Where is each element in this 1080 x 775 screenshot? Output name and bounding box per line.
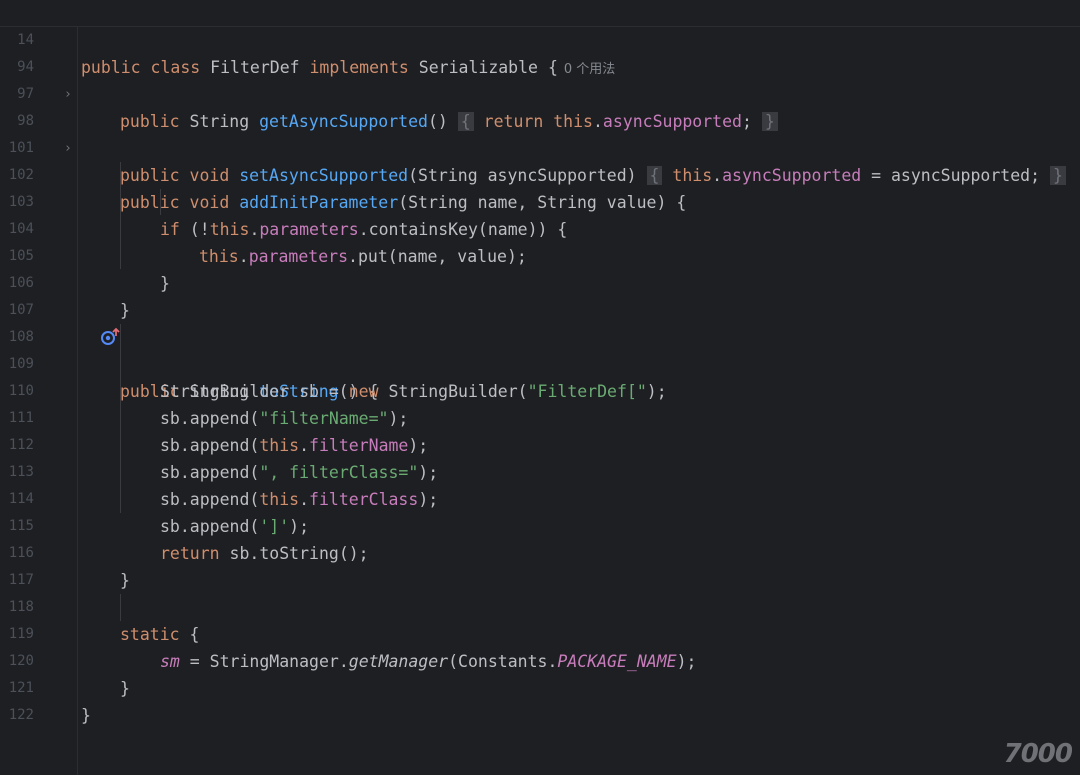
- keyword: public: [81, 58, 141, 77]
- keyword: class: [150, 58, 201, 77]
- code-line-109[interactable]: 109 StringBuilder sb = new StringBuilder…: [0, 324, 1080, 401]
- code-content: }: [81, 706, 91, 725]
- code-line-115[interactable]: 115 return sb.toString();: [0, 486, 1080, 563]
- code-line-104[interactable]: 104 this.parameters.put(name, value);: [0, 189, 1080, 266]
- code-line-119[interactable]: 119 sm = StringManager.getManager(Consta…: [0, 594, 1080, 671]
- class-name: FilterDef: [210, 58, 300, 77]
- code-line-106[interactable]: 106 }: [0, 243, 1080, 320]
- keyword: implements: [309, 58, 409, 77]
- code-line-102[interactable]: 102 public void addInitParameter(String …: [0, 135, 1080, 212]
- code-line-118[interactable]: 118 static {: [0, 567, 1080, 644]
- code-line-122[interactable]: 122: [0, 675, 1080, 723]
- brace: {: [547, 58, 558, 77]
- code-line-112[interactable]: 112 sb.append(", filterClass=");: [0, 405, 1080, 482]
- code-line-107[interactable]: 107: [0, 270, 1080, 318]
- code-line-103[interactable]: 103 if (!this.parameters.containsKey(nam…: [0, 162, 1080, 239]
- code-line-114[interactable]: 114 sb.append(']');: [0, 459, 1080, 536]
- code-line-121[interactable]: 121 }: [0, 648, 1080, 725]
- code-line-110[interactable]: 110 sb.append("filterName=");: [0, 351, 1080, 428]
- code-line-14[interactable]: 14 public class FilterDef implements Ser…: [0, 0, 1080, 77]
- code-line-108[interactable]: 108 public String toString() {: [0, 297, 1080, 401]
- code-line-117[interactable]: 117: [0, 540, 1080, 588]
- code-line-94[interactable]: 94 › public String getAsyncSupported() {…: [0, 27, 1080, 131]
- code-line-101[interactable]: 101: [0, 108, 1080, 156]
- watermark-logo: 7000: [1003, 739, 1073, 769]
- code-line-105[interactable]: 105 }: [0, 216, 1080, 293]
- usages-hint[interactable]: 0 个用法: [564, 62, 615, 77]
- code-line-120[interactable]: 120 }: [0, 621, 1080, 698]
- code-line-98[interactable]: 98 › public void setAsyncSupported(Strin…: [0, 81, 1080, 185]
- line-number: 122: [8, 707, 34, 723]
- code-line-113[interactable]: 113 sb.append(this.filterClass);: [0, 432, 1080, 509]
- line-number: 14: [17, 32, 34, 48]
- code-editor[interactable]: 14 public class FilterDef implements Ser…: [0, 0, 1080, 775]
- code-line-111[interactable]: 111 sb.append(this.filterName);: [0, 378, 1080, 455]
- override-up-icon[interactable]: [40, 300, 120, 345]
- sticky-class-header[interactable]: 14 public class FilterDef implements Ser…: [0, 0, 1080, 77]
- code-line-116[interactable]: 116 }: [0, 513, 1080, 590]
- code-content: public class FilterDef implements Serial…: [81, 54, 615, 83]
- interface-name: Serializable: [418, 58, 538, 77]
